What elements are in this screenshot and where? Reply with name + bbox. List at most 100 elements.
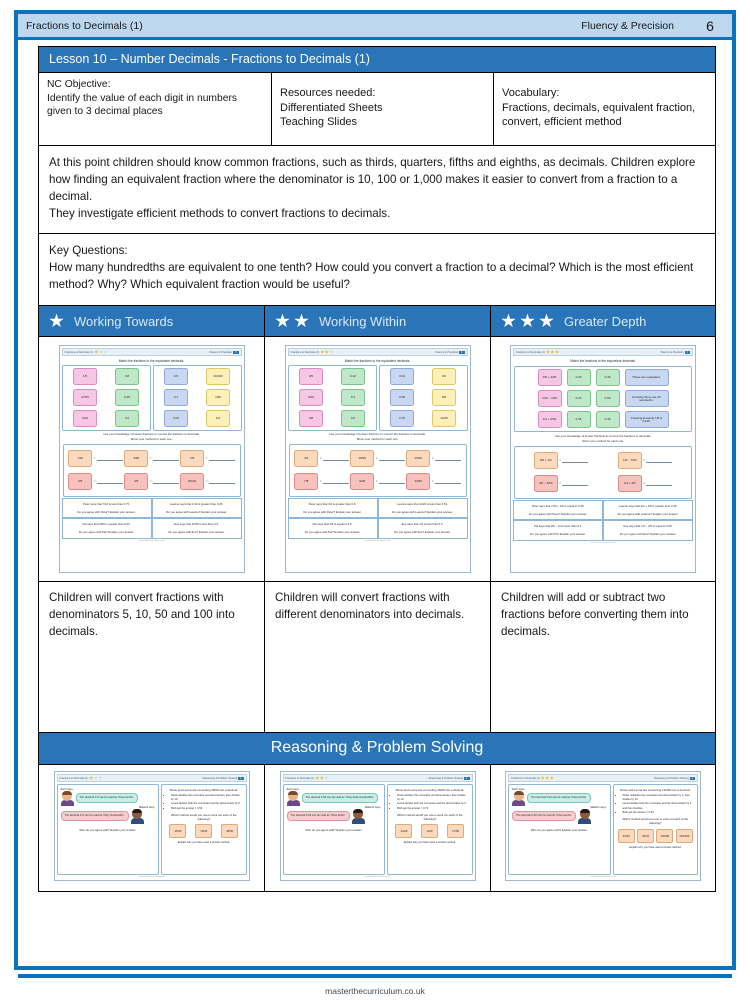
decimal-card[interactable]: 0.25 xyxy=(115,389,139,407)
answer-line[interactable] xyxy=(152,456,179,461)
decimal-card[interactable]: 0.3 xyxy=(341,389,365,407)
fraction-card[interactable]: 46/50 xyxy=(617,828,635,843)
decimal-card[interactable]: 0.46 xyxy=(595,411,620,429)
fraction-card[interactable]: 4/5 xyxy=(299,368,323,386)
fraction-card[interactable]: 26/25 xyxy=(637,828,655,843)
fraction-card[interactable]: 9/20 xyxy=(421,824,439,839)
question-cell: Leanne says that 3/4 + 1/8 is greater th… xyxy=(603,499,693,521)
fraction-card[interactable]: 18/25 xyxy=(350,450,375,467)
fraction-card[interactable]: 7/8 xyxy=(294,473,319,490)
reasoning-task-title: Rosie and Leona are converting 28/50 int… xyxy=(169,787,239,792)
expression-card[interactable]: 1/4 + 9/50 xyxy=(537,411,562,429)
answer-line[interactable] xyxy=(434,456,461,461)
fraction-card[interactable]: 9/20 xyxy=(350,473,375,490)
expression-card[interactable]: 7/20 – 1/50 xyxy=(537,390,562,408)
answer-line[interactable] xyxy=(96,456,123,461)
decimal-card[interactable]: 0.04 xyxy=(164,410,188,428)
answer-line[interactable] xyxy=(96,479,123,484)
question-prompt: Do you agree with Eve? Explain your answ… xyxy=(168,530,225,535)
statement-card[interactable]: Knowing knowing 1/8 is 0.125. xyxy=(624,411,669,429)
decimal-card[interactable]: 0.75 xyxy=(390,410,414,428)
fraction-card[interactable]: 17/50 xyxy=(447,824,465,839)
fraction-card[interactable]: 30/100 xyxy=(206,368,230,386)
reasoning-preview-working-towards[interactable]: Fractions to Decimals (1) Reasoning & Pr… xyxy=(53,771,250,881)
decimal-card[interactable]: 0.32 xyxy=(341,368,365,386)
fraction-card[interactable]: 3/4 xyxy=(294,450,319,467)
fraction-card[interactable]: 46/50 xyxy=(169,824,187,839)
fraction-card[interactable]: 49/250 xyxy=(656,828,674,843)
fraction-card[interactable]: 48/50 xyxy=(221,824,239,839)
fraction-card[interactable]: 8/100 xyxy=(180,473,205,490)
decimal-card[interactable]: 0.04 xyxy=(390,368,414,386)
decimal-card[interactable]: 0.08 xyxy=(390,389,414,407)
fraction-card[interactable]: 27/50 xyxy=(73,389,97,407)
answer-line[interactable] xyxy=(646,458,673,463)
expression-card[interactable]: 3/5 + 4/25 xyxy=(537,369,562,387)
fraction-card[interactable]: 3/5 xyxy=(68,473,93,490)
answer-line[interactable] xyxy=(322,479,349,484)
fraction-card[interactable]: 14/25 xyxy=(395,824,413,839)
answer-line[interactable] xyxy=(208,479,235,484)
worksheet-preview-working-within[interactable]: Fractions to Decimals (1) Fluency & Prec… xyxy=(284,345,471,573)
worksheet-preview-greater-depth[interactable]: Fractions to Decimals (1) Fluency & Prec… xyxy=(510,345,696,573)
decimal-card[interactable]: 0.66 xyxy=(566,411,591,429)
decimal-card[interactable]: 0.8 xyxy=(115,368,139,386)
question-prompt: Do you agree with Pia? Explain your answ… xyxy=(78,530,135,535)
answer-line[interactable] xyxy=(378,479,405,484)
decimal-card[interactable]: 0.5 xyxy=(164,368,188,386)
expression-card[interactable]: 1/2 – 7/20 xyxy=(617,452,642,469)
question-text: Eve says that 1/2 – 2/5 is equal to 0.05… xyxy=(623,524,673,529)
fraction-card[interactable]: 1/5 xyxy=(73,368,97,386)
decimal-card[interactable]: 0.29 xyxy=(566,369,591,387)
fraction-card[interactable]: 6/8 xyxy=(432,389,456,407)
fraction-card[interactable]: 7/10 xyxy=(68,450,93,467)
reasoning-preview-working-within[interactable]: Fractions to Decimals (1) Reasoning & Pr… xyxy=(279,771,476,881)
differentiation-header-row: Working Towards Working Within Greater D… xyxy=(39,306,715,337)
statement-card[interactable]: Knowing there are 20 twentieths. xyxy=(624,390,669,408)
fraction-card[interactable]: 3/4 xyxy=(432,368,456,386)
convert-item: 7/8 = xyxy=(294,473,349,490)
answer-line[interactable] xyxy=(322,456,349,461)
answer-line[interactable] xyxy=(152,479,179,484)
fraction-card[interactable]: 12/25 xyxy=(432,410,456,428)
fraction-card[interactable]: 4/5 xyxy=(124,473,149,490)
fraction-card[interactable]: 3/50 xyxy=(124,450,149,467)
question-prompt: Do you agree with Eve? Explain your answ… xyxy=(619,532,677,537)
answer-line[interactable] xyxy=(434,479,461,484)
answer-line[interactable] xyxy=(646,481,673,486)
question-prompt: Do you agree with Peter? Explain your an… xyxy=(303,509,362,514)
answer-line[interactable] xyxy=(562,458,589,463)
fraction-card[interactable]: 4/8 xyxy=(299,410,323,428)
document-header-band: Fractions to Decimals (1) Fluency & Prec… xyxy=(18,14,732,40)
fraction-card[interactable]: 13/50 xyxy=(406,473,431,490)
decimal-card[interactable]: 0.2 xyxy=(115,410,139,428)
answer-line[interactable] xyxy=(378,456,405,461)
expression-card[interactable]: 4/5 – 3/50 xyxy=(533,475,558,492)
decimal-card[interactable]: 0.5 xyxy=(341,410,365,428)
fraction-card[interactable]: 2/5 xyxy=(180,450,205,467)
question-cell: Peter says that 7/20 + 1/5 is equal to 0… xyxy=(513,499,603,521)
question-prompt: Do you agree with Leanne? Explain your a… xyxy=(166,509,227,514)
expression-card[interactable]: 3/5 + 1/4 xyxy=(533,452,558,469)
fraction-card[interactable]: 9/10 xyxy=(73,410,97,428)
statement-card[interactable]: These are equivalent. xyxy=(624,369,669,387)
worksheet-header-right: Fluency & Precision 1 xyxy=(209,350,239,354)
decimal-card[interactable]: 0.53 xyxy=(595,390,620,408)
diff-header-label: Greater Depth xyxy=(564,313,647,329)
answer-line[interactable] xyxy=(208,456,235,461)
star-icon xyxy=(98,350,103,354)
answer-line[interactable] xyxy=(562,481,589,486)
worksheet-preview-working-towards[interactable]: Fractions to Decimals (1) Fluency & Prec… xyxy=(58,345,245,573)
fraction-card[interactable]: 15/20 xyxy=(406,450,431,467)
decimal-card[interactable]: 0.1 xyxy=(164,389,188,407)
decimal-card[interactable]: 0.23 xyxy=(566,390,591,408)
fraction-card[interactable]: 9/20 xyxy=(299,389,323,407)
reasoning-preview-greater-depth[interactable]: Fractions to Decimals (1) Reasoning & Pr… xyxy=(505,771,701,881)
expression-card[interactable]: 1/4 + 3/5 xyxy=(617,475,642,492)
fraction-card[interactable]: 160/250 xyxy=(675,828,693,843)
fraction-card[interactable]: 1/2 xyxy=(206,410,230,428)
fraction-card[interactable]: 1/50 xyxy=(206,389,230,407)
method-item: Both get the answer = 0.56. xyxy=(623,811,694,815)
fraction-card[interactable]: 16/25 xyxy=(195,824,213,839)
decimal-card[interactable]: 0.46 xyxy=(595,369,620,387)
